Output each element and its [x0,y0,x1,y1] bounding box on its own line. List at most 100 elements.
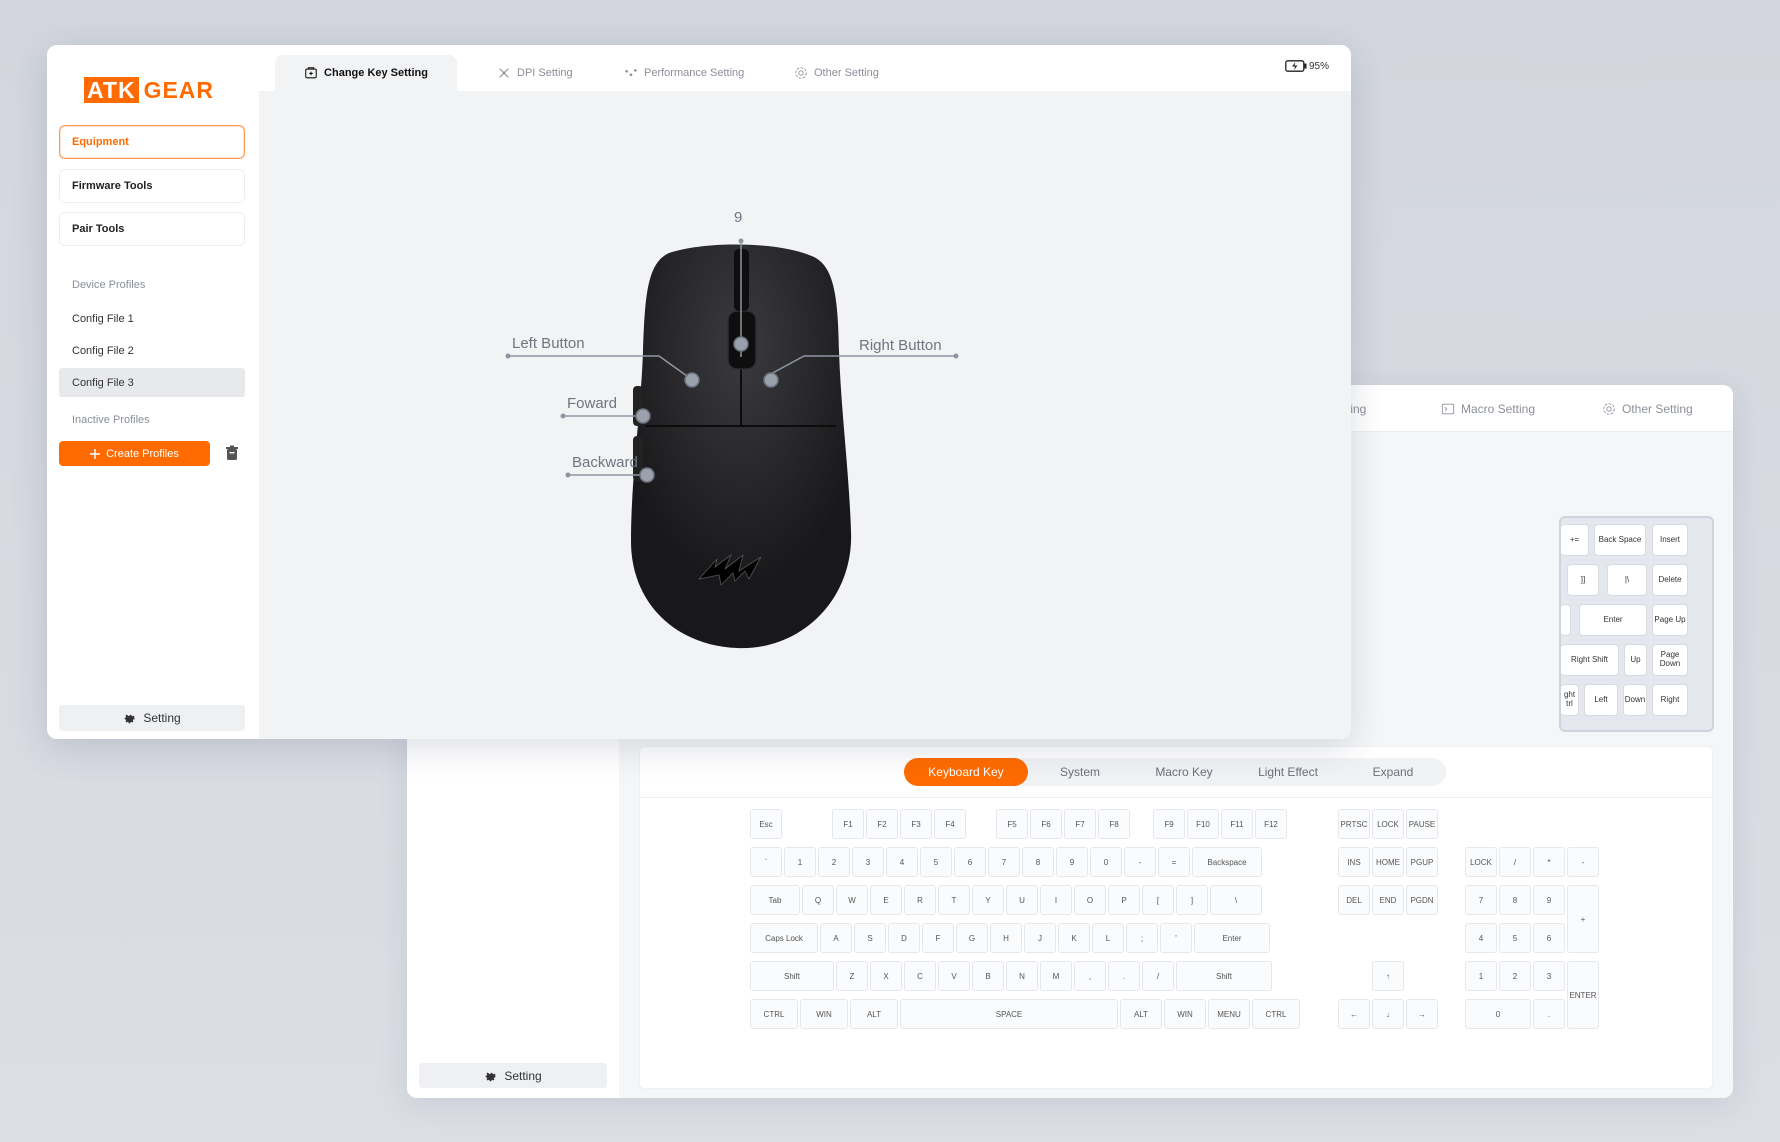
keyboard-key[interactable]: J [1024,923,1056,953]
keyboard-key[interactable]: 2 [818,847,850,877]
keyboard-key[interactable]: M [1040,961,1072,991]
keyboard-key[interactable]: WIN [1164,999,1206,1029]
keyboard-key[interactable]: Tab [750,885,800,915]
keyboard-key[interactable]: ` [750,847,782,877]
scroll-button-label[interactable]: 9 [734,209,742,226]
back-setting-button[interactable]: Setting [419,1063,607,1088]
keyboard-key[interactable]: L [1092,923,1124,953]
keyboard-key[interactable]: F4 [934,809,966,839]
keyboard-key[interactable]: Y [972,885,1004,915]
keyboard-key[interactable]: 8 [1499,885,1531,915]
keyboard-key[interactable]: 1 [784,847,816,877]
preview-key[interactable]: Right Shift [1561,644,1619,676]
keyboard-key[interactable]: END [1372,885,1404,915]
preview-key[interactable]: Left [1584,684,1618,716]
tab-change-key-setting[interactable]: Change Key Setting [275,55,457,91]
tab-system[interactable]: System [1028,758,1132,786]
keyboard-key[interactable]: F3 [900,809,932,839]
keyboard-key[interactable]: F9 [1153,809,1185,839]
keyboard-key[interactable]: CTRL [750,999,798,1029]
keyboard-key[interactable]: F [922,923,954,953]
keyboard-key[interactable]: F5 [996,809,1028,839]
keyboard-key[interactable]: 3 [1533,961,1565,991]
keyboard-key[interactable]: 0 [1090,847,1122,877]
keyboard-key[interactable]: 9 [1533,885,1565,915]
keyboard-key[interactable]: 6 [1533,923,1565,953]
keyboard-key[interactable]: Q [802,885,834,915]
keyboard-key[interactable]: 6 [954,847,986,877]
keyboard-key[interactable]: V [938,961,970,991]
keyboard-key[interactable]: / [1142,961,1174,991]
keyboard-key[interactable]: K [1058,923,1090,953]
keyboard-key[interactable]: Z [836,961,868,991]
keyboard-key[interactable]: ; [1126,923,1158,953]
keyboard-key[interactable]: [ [1142,885,1174,915]
keyboard-key[interactable]: , [1074,961,1106,991]
keyboard-key[interactable]: ↓ [1372,999,1404,1029]
keyboard-key[interactable]: \ [1210,885,1262,915]
keyboard-key[interactable]: Enter [1194,923,1270,953]
keyboard-key[interactable]: F1 [832,809,864,839]
keyboard-key[interactable]: F12 [1255,809,1287,839]
keyboard-key[interactable]: 5 [1499,923,1531,953]
keyboard-key[interactable]: PAUSE [1406,809,1438,839]
keyboard-key[interactable]: F2 [866,809,898,839]
keyboard-key[interactable]: W [836,885,868,915]
keyboard-key[interactable]: F6 [1030,809,1062,839]
keyboard-key[interactable]: G [956,923,988,953]
preview-key[interactable]: Page Up [1652,604,1688,636]
keyboard-key[interactable]: 9 [1056,847,1088,877]
keyboard-key[interactable]: A [820,923,852,953]
keyboard-key[interactable]: 4 [1465,923,1497,953]
keyboard-key[interactable]: B [972,961,1004,991]
config-file-2[interactable]: Config File 2 [59,336,245,365]
create-profiles-button[interactable]: Create Profiles [59,441,210,466]
keyboard-key[interactable]: MENU [1208,999,1250,1029]
keyboard-key[interactable]: = [1158,847,1190,877]
preview-key[interactable]: Up [1624,644,1647,676]
preview-key[interactable]: Right [1652,684,1688,716]
keyboard-key[interactable]: Shift [750,961,834,991]
left-button-label[interactable]: Left Button [512,335,585,352]
keyboard-key[interactable]: E [870,885,902,915]
keyboard-key[interactable]: S [854,923,886,953]
preview-key[interactable]: Delete [1652,564,1688,596]
tab-other-setting[interactable]: Other Setting [794,55,879,91]
keyboard-key[interactable]: ALT [850,999,898,1029]
keyboard-key[interactable]: HOME [1372,847,1404,877]
preview-key[interactable]: Down [1623,684,1647,716]
tab-expand[interactable]: Expand [1340,758,1446,786]
forward-button-label[interactable]: Foward [567,395,617,412]
keyboard-key[interactable]: 0 [1465,999,1531,1029]
nav-firmware-tools[interactable]: Firmware Tools [59,169,245,203]
keyboard-key[interactable]: F10 [1187,809,1219,839]
keyboard-key[interactable]: T [938,885,970,915]
keyboard-key[interactable]: Shift [1176,961,1272,991]
keyboard-key[interactable]: 2 [1499,961,1531,991]
right-button-label[interactable]: Right Button [859,337,942,354]
delete-profile-icon[interactable] [225,445,239,461]
preview-key[interactable]: Page Down [1652,644,1688,676]
config-file-3[interactable]: Config File 3 [59,368,245,397]
keyboard-key[interactable]: P [1108,885,1140,915]
keyboard-key[interactable]: INS [1338,847,1370,877]
keyboard-key[interactable]: LOCK [1465,847,1497,877]
tab-performance-setting[interactable]: Performance Setting [624,55,744,91]
keyboard-key[interactable]: . [1533,999,1565,1029]
keyboard-key[interactable]: 7 [1465,885,1497,915]
keyboard-key[interactable]: PGDN [1406,885,1438,915]
keyboard-key[interactable]: Caps Lock [750,923,818,953]
keyboard-key[interactable]: N [1006,961,1038,991]
keyboard-key[interactable]: H [990,923,1022,953]
keyboard-key[interactable]: / [1499,847,1531,877]
keyboard-key[interactable]: ↑ [1372,961,1404,991]
keyboard-key[interactable]: Esc [750,809,782,839]
keyboard-key[interactable]: O [1074,885,1106,915]
keyboard-key[interactable]: ENTER [1567,961,1599,1029]
keyboard-key[interactable]: LOCK [1372,809,1404,839]
tab-macro-key[interactable]: Macro Key [1132,758,1236,786]
preview-key[interactable]: ]] [1567,564,1599,596]
preview-key[interactable]: ght trl [1561,684,1579,716]
tab-keyboard-key[interactable]: Keyboard Key [904,758,1028,786]
preview-key[interactable]: |\ [1607,564,1647,596]
